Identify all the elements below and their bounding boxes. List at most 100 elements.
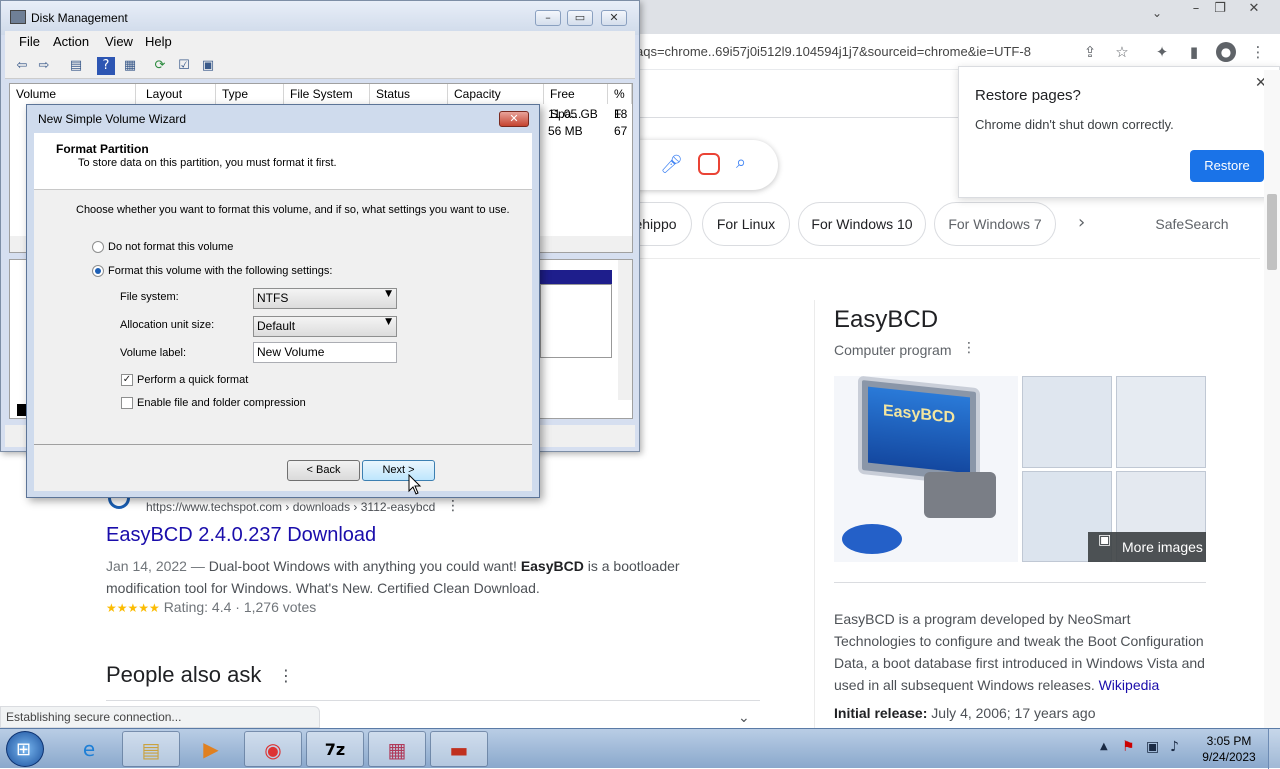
col-file-system[interactable]: File System xyxy=(284,84,370,104)
compression-label[interactable]: Enable file and folder compression xyxy=(137,397,306,409)
search-icon[interactable]: ⌕ xyxy=(736,152,746,173)
compression-checkbox[interactable] xyxy=(121,397,133,409)
back-arrow-icon[interactable]: ⇦ xyxy=(13,57,31,75)
quick-format-checkbox[interactable]: ✓ xyxy=(121,374,133,386)
release-label: Initial release: xyxy=(834,705,928,721)
radio-do-not-format[interactable] xyxy=(92,241,104,253)
bookmark-star-icon[interactable]: ☆ xyxy=(1112,42,1132,62)
wikipedia-link[interactable]: Wikipedia xyxy=(1099,677,1160,693)
chrome-icon[interactable]: ◉ xyxy=(244,731,302,767)
action-center-icon[interactable]: ⚑ xyxy=(1122,739,1135,755)
dm-titlebar[interactable]: Disk Management – ▭ ✕ xyxy=(1,1,639,35)
result-title-link[interactable]: EasyBCD 2.4.0.237 Download xyxy=(106,524,376,547)
people-also-ask-heading: People also ask xyxy=(106,662,262,687)
col-volume[interactable]: Volume xyxy=(10,84,136,104)
page-scrollbar[interactable] xyxy=(1264,70,1280,728)
kp-more-icon[interactable]: ⋮ xyxy=(962,340,976,356)
file-system-dropdown[interactable]: NTFS ▼ xyxy=(253,288,397,309)
properties-icon[interactable]: ▦ xyxy=(121,57,139,75)
next-button[interactable]: Next > xyxy=(362,460,435,481)
clock[interactable]: 3:05 PM 9/24/2023 xyxy=(1196,733,1262,765)
start-button[interactable]: ⊞ xyxy=(6,731,44,767)
wizard-heading: Format Partition xyxy=(56,142,149,156)
chip-for-linux[interactable]: For Linux xyxy=(702,202,790,246)
logo-text: EasyBCD xyxy=(882,402,956,427)
col-capacity[interactable]: Capacity xyxy=(448,84,544,104)
result-more-icon[interactable]: ⋮ xyxy=(446,498,460,514)
checklist-icon[interactable]: ☑ xyxy=(175,57,193,75)
file-explorer-icon[interactable]: ▤ xyxy=(122,731,180,767)
minimize-icon[interactable]: – xyxy=(1184,0,1208,18)
internet-explorer-icon[interactable]: e xyxy=(60,731,118,767)
menu-file[interactable]: File xyxy=(19,34,40,49)
menu-view[interactable]: View xyxy=(105,34,133,49)
row-2-free: 56 MB xyxy=(548,124,583,138)
radio-format-volume-label[interactable]: Format this volume with the following se… xyxy=(108,265,332,277)
close-icon[interactable]: ✕ xyxy=(1242,0,1266,18)
dm-maximize-button[interactable]: ▭ xyxy=(567,10,593,26)
allocation-unit-dropdown[interactable]: Default ▼ xyxy=(253,316,397,337)
restore-icon[interactable]: ❐ xyxy=(1208,0,1232,18)
address-bar[interactable]: aqs=chrome..69i57j0i512l9.104594j1j7&sou… xyxy=(636,38,1072,66)
kp-thumb-1[interactable] xyxy=(1022,376,1112,468)
media-player-icon[interactable]: ▶ xyxy=(182,731,240,767)
help-icon[interactable]: ? xyxy=(97,57,115,75)
wizard-close-button[interactable]: ✕ xyxy=(499,111,529,127)
back-button[interactable]: < Back xyxy=(287,460,360,481)
profile-avatar-icon[interactable]: ● xyxy=(1216,42,1236,62)
scrollbar-thumb[interactable] xyxy=(1267,194,1277,270)
tab-search-icon[interactable]: ⌄ xyxy=(1152,6,1162,20)
radio-format-volume[interactable] xyxy=(92,265,104,277)
row-1-free: 11.05 GB xyxy=(548,107,598,121)
result-snippet: Jan 14, 2022 — Dual-boot Windows with an… xyxy=(106,555,726,599)
settings-icon[interactable]: ▣ xyxy=(199,57,217,75)
chip-for-windows-7[interactable]: For Windows 7 xyxy=(934,202,1056,246)
safesearch-button[interactable]: SafeSearch xyxy=(1140,202,1244,246)
refresh-icon[interactable]: ⟳ xyxy=(151,57,169,75)
kp-thumb-2[interactable] xyxy=(1116,376,1206,468)
volume-muted-icon[interactable]: ♪ xyxy=(1170,739,1179,755)
quick-format-label[interactable]: Perform a quick format xyxy=(137,374,248,386)
col-status[interactable]: Status xyxy=(370,84,448,104)
toolbox-icon[interactable]: ▬ xyxy=(430,731,488,767)
col-type[interactable]: Type xyxy=(216,84,284,104)
network-icon[interactable]: ▣ xyxy=(1146,739,1159,755)
windows-logo-icon: ⊞ xyxy=(16,739,32,760)
paa-more-icon[interactable]: ⋮ xyxy=(278,666,294,685)
more-images-button[interactable]: ▣ More images xyxy=(1088,532,1206,562)
col-percent-free[interactable]: % F xyxy=(608,84,632,121)
divider xyxy=(636,258,1260,259)
extensions-icon[interactable]: ✦ xyxy=(1152,42,1172,62)
winrar-icon[interactable]: ▦ xyxy=(368,731,426,767)
dm-close-button[interactable]: ✕ xyxy=(601,10,627,26)
restore-button[interactable]: Restore xyxy=(1190,150,1264,182)
kp-main-image[interactable]: EasyBCD xyxy=(834,376,1018,562)
vertical-scrollbar[interactable] xyxy=(618,260,632,400)
chevron-right-icon[interactable]: › xyxy=(1078,212,1085,233)
mouse-illustration xyxy=(842,524,902,554)
chevron-down-icon[interactable]: ⌄ xyxy=(738,710,750,726)
dm-minimize-button[interactable]: – xyxy=(535,10,561,26)
partition-box[interactable] xyxy=(540,284,612,358)
volume-label-input[interactable]: New Volume xyxy=(253,342,397,363)
show-hidden-icons-icon[interactable]: ▲ xyxy=(1100,741,1108,752)
lens-icon[interactable] xyxy=(698,153,720,175)
more-images-label: More images xyxy=(1122,539,1203,555)
show-hide-tree-icon[interactable]: ▤ xyxy=(67,57,85,75)
side-panel-icon[interactable]: ▮ xyxy=(1184,42,1204,62)
result-url[interactable]: https://www.techspot.com › downloads › 3… xyxy=(146,500,435,514)
chip-for-windows-10[interactable]: For Windows 10 xyxy=(798,202,926,246)
menu-action[interactable]: Action xyxy=(53,34,89,49)
chrome-menu-icon[interactable]: ⋮ xyxy=(1248,42,1268,62)
col-free-space[interactable]: Free Spa... xyxy=(544,84,608,121)
share-icon[interactable]: ⇪ xyxy=(1080,42,1100,62)
forward-arrow-icon[interactable]: ⇨ xyxy=(35,57,53,75)
wizard-titlebar[interactable]: New Simple Volume Wizard xyxy=(27,105,539,133)
divider xyxy=(106,700,760,701)
voice-search-icon[interactable]: 🎤︎ xyxy=(660,154,683,175)
radio-do-not-format-label[interactable]: Do not format this volume xyxy=(108,241,233,253)
show-desktop-button[interactable] xyxy=(1268,729,1280,769)
menu-help[interactable]: Help xyxy=(145,34,172,49)
col-layout[interactable]: Layout xyxy=(140,84,216,104)
7zip-icon[interactable]: 7z xyxy=(306,731,364,767)
